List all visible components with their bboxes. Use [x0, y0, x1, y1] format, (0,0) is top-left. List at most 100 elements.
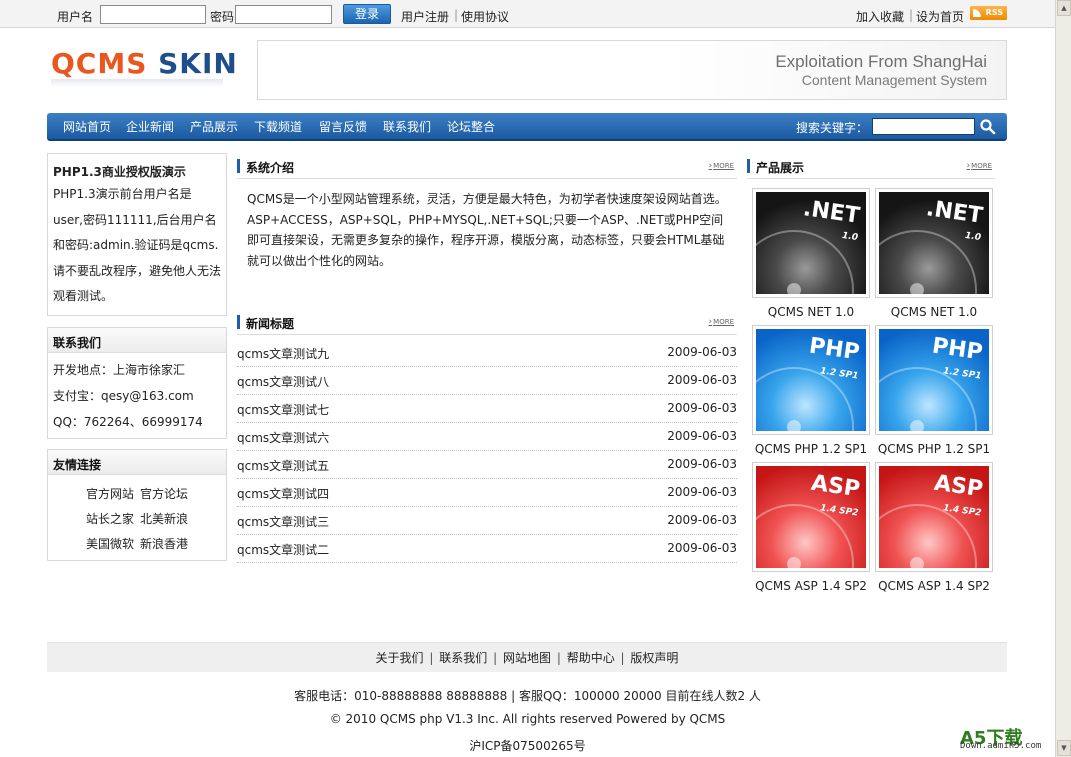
- footer-link-copyright[interactable]: 版权声明: [630, 651, 678, 665]
- search-input[interactable]: [872, 118, 975, 135]
- news-row[interactable]: qcms文章测试五 2009-06-03: [237, 451, 737, 479]
- product-name[interactable]: QCMS NET 1.0: [875, 305, 993, 319]
- search-icon[interactable]: [979, 118, 997, 135]
- password-input[interactable]: [235, 5, 332, 24]
- friend-link[interactable]: 官方网站: [86, 485, 134, 502]
- footer-link-sitemap[interactable]: 网站地图: [503, 651, 551, 665]
- product-card[interactable]: .NET 1.0 QCMS NET 1.0: [752, 188, 870, 319]
- password-label: 密码: [210, 10, 235, 24]
- product-card[interactable]: ASP 1.4 SP2 QCMS ASP 1.4 SP2: [752, 462, 870, 593]
- section-marker: [237, 315, 240, 329]
- product-name[interactable]: QCMS ASP 1.4 SP2: [752, 579, 870, 593]
- nav-item-forum[interactable]: 论坛整合: [447, 118, 495, 135]
- footer-link-contact[interactable]: 联系我们: [439, 651, 487, 665]
- product-image-version: 1.0: [841, 230, 859, 244]
- footer-link-help[interactable]: 帮助中心: [567, 651, 615, 665]
- friend-link[interactable]: 新浪香港: [140, 535, 188, 552]
- contact-alipay: 支付宝：qesy@163.com: [53, 389, 194, 403]
- login-button[interactable]: 登录: [343, 4, 391, 24]
- news-item-title[interactable]: qcms文章测试四: [237, 485, 329, 502]
- scroll-up-icon[interactable]: ▲: [1057, 0, 1071, 16]
- rss-icon[interactable]: RSS: [970, 6, 1007, 20]
- nav-item-downloads[interactable]: 下载频道: [254, 118, 302, 135]
- product-image[interactable]: .NET 1.0: [879, 192, 989, 294]
- product-image-frame[interactable]: ASP 1.4 SP2: [752, 462, 870, 572]
- contact-qq: QQ：762264、66999174: [53, 415, 203, 429]
- register-link[interactable]: 用户注册: [401, 8, 449, 25]
- news-more-link[interactable]: MORE: [709, 317, 734, 327]
- product-image-frame[interactable]: PHP 1.2 SP1: [752, 325, 870, 435]
- news-row[interactable]: qcms文章测试四 2009-06-03: [237, 479, 737, 507]
- disc-graphic: [879, 230, 977, 294]
- scroll-down-icon[interactable]: ▼: [1057, 740, 1071, 756]
- news-row[interactable]: qcms文章测试六 2009-06-03: [237, 423, 737, 451]
- news-row[interactable]: qcms文章测试七 2009-06-03: [237, 395, 737, 423]
- friend-link[interactable]: 北美新浪: [140, 510, 188, 527]
- username-input[interactable]: [100, 5, 206, 24]
- product-card[interactable]: ASP 1.4 SP2 QCMS ASP 1.4 SP2: [875, 462, 993, 593]
- friend-link[interactable]: 美国微软: [86, 535, 134, 552]
- news-item-title[interactable]: qcms文章测试五: [237, 457, 329, 474]
- separator: |: [454, 8, 459, 22]
- product-name[interactable]: QCMS NET 1.0: [752, 305, 870, 319]
- product-name[interactable]: QCMS ASP 1.4 SP2: [875, 579, 993, 593]
- product-image-frame[interactable]: .NET 1.0: [875, 188, 993, 298]
- banner-title: Exploitation From ShangHai: [775, 52, 987, 71]
- product-card[interactable]: PHP 1.2 SP1 QCMS PHP 1.2 SP1: [752, 325, 870, 456]
- nav-item-home[interactable]: 网站首页: [63, 118, 111, 135]
- logo-text-skin: SKIN: [158, 47, 238, 80]
- news-row[interactable]: qcms文章测试九 2009-06-03: [237, 339, 737, 367]
- agreement-link[interactable]: 使用协议: [461, 8, 509, 25]
- product-image-version: 1.0: [964, 230, 982, 244]
- news-item-date: 2009-06-03: [667, 541, 737, 555]
- product-image[interactable]: ASP 1.4 SP2: [756, 466, 866, 568]
- news-item-date: 2009-06-03: [667, 345, 737, 359]
- product-image-frame[interactable]: PHP 1.2 SP1: [875, 325, 993, 435]
- news-item-date: 2009-06-03: [667, 485, 737, 499]
- news-item-title[interactable]: qcms文章测试六: [237, 429, 329, 446]
- news-section-header: 新闻标题 MORE: [237, 313, 737, 335]
- news-item-title[interactable]: qcms文章测试二: [237, 541, 329, 558]
- site-logo[interactable]: QCMS SKIN: [51, 47, 238, 80]
- news-row[interactable]: qcms文章测试二 2009-06-03: [237, 535, 737, 563]
- friend-link[interactable]: 站长之家: [86, 510, 134, 527]
- product-image-frame[interactable]: ASP 1.4 SP2: [875, 462, 993, 572]
- news-row[interactable]: qcms文章测试三 2009-06-03: [237, 507, 737, 535]
- product-image[interactable]: .NET 1.0: [756, 192, 866, 294]
- separator: |: [620, 651, 625, 665]
- main-nav: 网站首页 企业新闻 产品展示 下载频道 留言反馈 联系我们 论坛整合 搜索关键字…: [47, 113, 1007, 141]
- news-item-title[interactable]: qcms文章测试八: [237, 373, 329, 390]
- intro-more-link[interactable]: MORE: [709, 161, 734, 171]
- intro-text: QCMS是一个小型网站管理系统，灵活，方便是最大特色，为初学者快速度架设网站首选…: [247, 192, 727, 268]
- product-image-label: .NET: [924, 196, 985, 229]
- product-name[interactable]: QCMS PHP 1.2 SP1: [875, 442, 993, 456]
- products-more-link[interactable]: MORE: [967, 161, 992, 171]
- news-item-title[interactable]: qcms文章测试七: [237, 401, 329, 418]
- product-image[interactable]: PHP 1.2 SP1: [879, 329, 989, 431]
- product-image[interactable]: PHP 1.2 SP1: [756, 329, 866, 431]
- footer-copyright: © 2010 QCMS php V1.3 Inc. All rights res…: [329, 712, 726, 726]
- nav-item-contact[interactable]: 联系我们: [383, 118, 431, 135]
- nav-item-feedback[interactable]: 留言反馈: [319, 118, 367, 135]
- footer-link-about[interactable]: 关于我们: [376, 651, 424, 665]
- nav-item-products[interactable]: 产品展示: [190, 118, 238, 135]
- news-title: 新闻标题: [246, 317, 295, 331]
- set-homepage-link[interactable]: 设为首页: [916, 8, 964, 25]
- news-item-date: 2009-06-03: [667, 373, 737, 387]
- product-image-frame[interactable]: .NET 1.0: [752, 188, 870, 298]
- news-item-title[interactable]: qcms文章测试九: [237, 345, 329, 362]
- product-image[interactable]: ASP 1.4 SP2: [879, 466, 989, 568]
- product-card[interactable]: .NET 1.0 QCMS NET 1.0: [875, 188, 993, 319]
- add-favorite-link[interactable]: 加入收藏: [856, 8, 904, 25]
- friend-link[interactable]: 官方论坛: [140, 485, 188, 502]
- news-item-title[interactable]: qcms文章测试三: [237, 513, 329, 530]
- news-item-date: 2009-06-03: [667, 513, 737, 527]
- logo-reflection: [51, 79, 223, 87]
- intro-title: 系统介绍: [246, 161, 295, 175]
- product-name[interactable]: QCMS PHP 1.2 SP1: [752, 442, 870, 456]
- news-item-date: 2009-06-03: [667, 401, 737, 415]
- nav-item-news[interactable]: 企业新闻: [126, 118, 174, 135]
- product-card[interactable]: PHP 1.2 SP1 QCMS PHP 1.2 SP1: [875, 325, 993, 456]
- vertical-scrollbar[interactable]: ▲ ▼: [1055, 0, 1071, 757]
- news-row[interactable]: qcms文章测试八 2009-06-03: [237, 367, 737, 395]
